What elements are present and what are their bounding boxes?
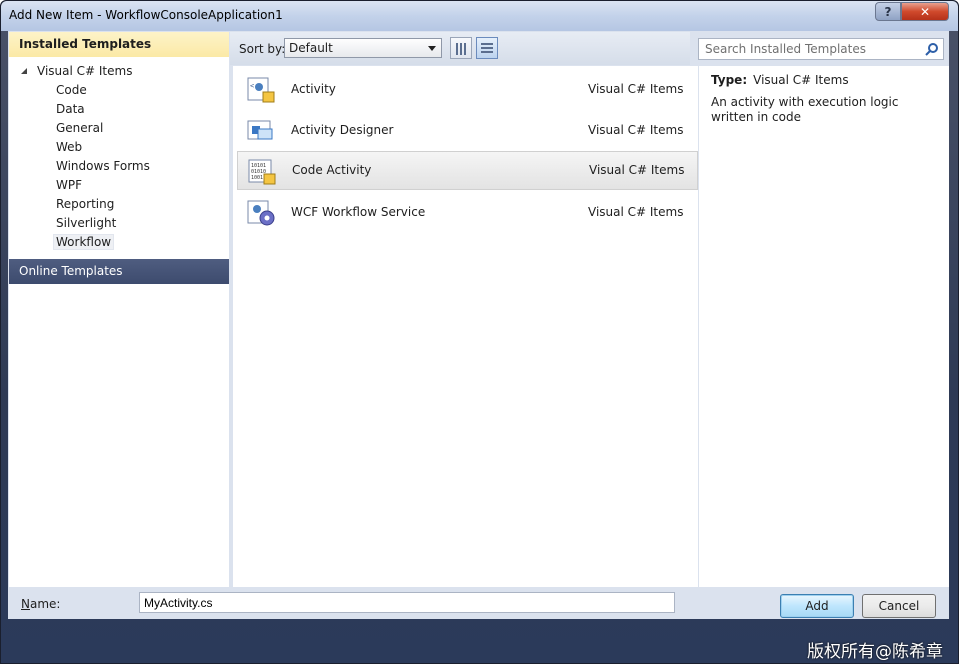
tree-item-reporting[interactable]: Reporting bbox=[9, 195, 229, 214]
code-activity-icon: 10101 01010 10011 bbox=[248, 159, 276, 185]
title-bar: Add New Item - WorkflowConsoleApplicatio… bbox=[1, 1, 958, 31]
search-installed-templates-input[interactable]: Search Installed Templates bbox=[698, 38, 944, 60]
sort-toolbar: Sort by: Default bbox=[230, 32, 690, 65]
name-label-accelerator: N bbox=[21, 597, 30, 611]
search-placeholder: Search Installed Templates bbox=[705, 42, 866, 56]
template-category: Visual C# Items bbox=[588, 205, 684, 219]
details-view-button[interactable] bbox=[476, 37, 498, 59]
tree-item-silverlight[interactable]: Silverlight bbox=[9, 214, 229, 233]
tree-item-code[interactable]: Code bbox=[9, 81, 229, 100]
name-label-text: ame: bbox=[29, 597, 61, 611]
tree-item-label: WPF bbox=[56, 178, 83, 192]
svg-text:<: < bbox=[250, 82, 254, 90]
left-panel-fill bbox=[9, 284, 229, 587]
window-title: Add New Item - WorkflowConsoleApplicatio… bbox=[9, 8, 283, 22]
tree-item-general[interactable]: General bbox=[9, 119, 229, 138]
dropdown-arrow-icon bbox=[428, 46, 436, 51]
template-row-activity-designer[interactable]: Activity Designer Visual C# Items bbox=[233, 111, 698, 150]
template-row-activity[interactable]: < Activity Visual C# Items bbox=[233, 70, 698, 109]
type-line: Type: Visual C# Items bbox=[711, 73, 849, 87]
template-category: Visual C# Items bbox=[589, 163, 685, 177]
template-category: Visual C# Items bbox=[588, 82, 684, 96]
tree-root-visual-csharp[interactable]: Visual C# Items bbox=[9, 62, 229, 81]
installed-templates-header[interactable]: Installed Templates bbox=[9, 32, 229, 57]
sort-by-value: Default bbox=[289, 41, 333, 55]
tree-root-label: Visual C# Items bbox=[37, 64, 133, 78]
template-name: Activity bbox=[291, 82, 336, 96]
help-button[interactable]: ? bbox=[875, 2, 901, 21]
tree-item-label: Web bbox=[56, 140, 83, 154]
activity-icon: < bbox=[247, 77, 275, 103]
template-row-wcf-workflow-service[interactable]: WCF Workflow Service Visual C# Items bbox=[233, 193, 698, 232]
template-details-panel: Type: Visual C# Items An activity with ex… bbox=[699, 66, 949, 587]
sort-by-dropdown[interactable]: Default bbox=[284, 38, 442, 58]
expand-arrow-icon[interactable] bbox=[21, 68, 27, 74]
dialog-body: Installed Templates Visual C# Items Code… bbox=[8, 31, 949, 619]
template-category: Visual C# Items bbox=[588, 123, 684, 137]
tree-item-wpf[interactable]: WPF bbox=[9, 176, 229, 195]
template-name: WCF Workflow Service bbox=[291, 205, 426, 219]
search-icon[interactable] bbox=[925, 42, 939, 56]
type-label: Type: bbox=[711, 73, 748, 87]
sort-by-label: Sort by: bbox=[239, 42, 286, 56]
tree-item-label: General bbox=[56, 121, 104, 135]
tree-item-label: Data bbox=[56, 102, 85, 116]
tree-item-workflow[interactable]: Workflow bbox=[9, 233, 229, 252]
template-description: An activity with execution logic written… bbox=[711, 95, 899, 124]
name-label: Name: bbox=[21, 597, 60, 611]
tree-item-label: Windows Forms bbox=[56, 159, 150, 173]
tree-item-label: Silverlight bbox=[56, 216, 117, 230]
copyright-watermark: 版权所有@陈希章 bbox=[807, 642, 943, 662]
template-name: Code Activity bbox=[292, 163, 372, 177]
template-row-code-activity[interactable]: 10101 01010 10011 Code Activity Visual C… bbox=[237, 151, 698, 190]
tree-item-label: Workflow bbox=[52, 234, 115, 250]
type-value: Visual C# Items bbox=[753, 73, 849, 87]
tree-item-label: Reporting bbox=[56, 197, 115, 211]
name-input[interactable] bbox=[139, 592, 675, 613]
category-tree: Visual C# Items Code Data General Web Wi… bbox=[9, 57, 229, 252]
template-list: < Activity Visual C# Items Activity Desi… bbox=[233, 66, 698, 587]
template-name: Activity Designer bbox=[291, 123, 394, 137]
cancel-button[interactable]: Cancel bbox=[862, 594, 936, 618]
small-icons-view-button[interactable] bbox=[450, 37, 472, 59]
tree-item-label: Code bbox=[56, 83, 87, 97]
tree-item-data[interactable]: Data bbox=[9, 100, 229, 119]
add-new-item-dialog: Add New Item - WorkflowConsoleApplicatio… bbox=[0, 0, 959, 664]
wcf-service-icon bbox=[247, 200, 275, 226]
activity-designer-icon bbox=[247, 120, 273, 140]
template-category-panel: Installed Templates Visual C# Items Code… bbox=[9, 32, 229, 587]
tree-item-web[interactable]: Web bbox=[9, 138, 229, 157]
tree-item-windows-forms[interactable]: Windows Forms bbox=[9, 157, 229, 176]
add-button[interactable]: Add bbox=[780, 594, 854, 618]
online-templates-header[interactable]: Online Templates bbox=[9, 259, 229, 284]
close-button[interactable]: ✕ bbox=[901, 2, 949, 21]
